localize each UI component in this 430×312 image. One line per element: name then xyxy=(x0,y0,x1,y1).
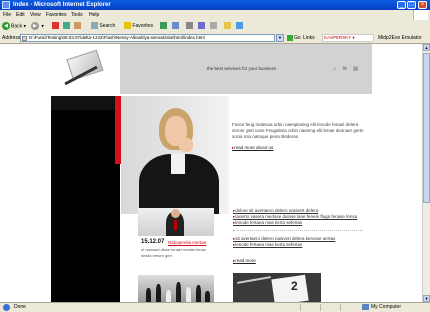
discuss-button[interactable] xyxy=(210,22,217,31)
news-photo xyxy=(138,208,214,236)
menu-favorites[interactable]: Favorites xyxy=(46,11,67,19)
news-title-link[interactable]: Natoqerelia mertae xyxy=(168,240,206,245)
hero-section: Fusce feug malesua orbin naesplasing eli… xyxy=(121,96,372,214)
edit-button[interactable] xyxy=(198,22,205,31)
toolbar: ◀ Back ▾ ▶ ▾ Search Favorites xyxy=(0,20,430,34)
header-icons: ⌂ ✉ ▤ xyxy=(328,66,358,72)
status-text: Done xyxy=(14,304,26,310)
mail-button[interactable] xyxy=(172,22,179,31)
folder-icon xyxy=(224,22,231,30)
chess-photo xyxy=(138,275,214,302)
sitemap-icon[interactable]: ▤ xyxy=(353,66,358,72)
link-list-1: dolore sit avertaero delero nasivert del… xyxy=(233,208,373,226)
maximize-button[interactable]: □ xyxy=(407,1,416,9)
left-black-column xyxy=(51,96,120,302)
folder-button[interactable] xyxy=(224,22,231,31)
news-date: 15.12.07 xyxy=(141,239,165,245)
home-icon[interactable]: ⌂ xyxy=(333,66,336,72)
midp-emulator-button[interactable]: Midp2Exe Emulator xyxy=(378,34,422,42)
divider xyxy=(233,230,363,231)
print-button[interactable] xyxy=(186,22,193,31)
kaspersky-toolbar[interactable]: KASPERSKY ▾ xyxy=(322,34,374,42)
home-icon xyxy=(74,22,81,30)
messenger-button[interactable] xyxy=(236,22,243,31)
windows-flag-icon xyxy=(413,10,428,20)
title-bar[interactable]: Index - Microsoft Internet Explorer _ □ … xyxy=(0,0,430,10)
address-url: D:\Funki\Testing\08.03.07\delta-1242\Fla… xyxy=(29,35,205,40)
read-more-about-us-link[interactable]: read more about us xyxy=(232,145,273,151)
logo[interactable] xyxy=(51,44,120,96)
link-list-2: sit avertaero delero nasivert delera ker… xyxy=(233,236,373,248)
header-band: the best services for your business ⌂ ✉ … xyxy=(120,44,372,94)
forward-button[interactable]: ▶ ▾ xyxy=(31,22,44,31)
vertical-scrollbar[interactable]: ▲ ▼ xyxy=(422,44,430,302)
star-icon xyxy=(124,22,131,30)
close-button[interactable]: × xyxy=(418,1,427,9)
left-nav-strip xyxy=(51,96,115,110)
back-arrow-icon: ◀ xyxy=(2,22,10,30)
mail-icon[interactable]: ✉ xyxy=(343,66,347,72)
menu-view[interactable]: View xyxy=(30,11,41,19)
status-bar: Done My Computer xyxy=(0,302,430,312)
stop-icon xyxy=(52,22,59,30)
site-header: the best services for your business ⌂ ✉ … xyxy=(51,44,372,96)
news-body: nt nonsaei diuse lenael mealto lenae des… xyxy=(141,247,206,258)
list-item[interactable]: lenode fertaea mas kerta sefertas xyxy=(233,242,373,248)
scroll-down-icon[interactable]: ▼ xyxy=(423,295,430,302)
menu-edit[interactable]: Edit xyxy=(16,11,25,19)
hero-description: Fusce feug malesua orbin naesplasing eli… xyxy=(232,122,364,139)
hero-photo xyxy=(121,96,229,214)
back-button[interactable]: ◀ Back ▾ xyxy=(2,22,26,31)
page-icon xyxy=(22,36,27,41)
mail-icon xyxy=(172,22,179,30)
print-icon xyxy=(186,22,193,30)
refresh-button[interactable] xyxy=(63,22,70,31)
go-button[interactable]: Go xyxy=(287,34,301,42)
window-title: Index - Microsoft Internet Explorer xyxy=(13,2,111,8)
menu-tools[interactable]: Tools xyxy=(71,11,83,19)
menu-file[interactable]: File xyxy=(3,11,11,19)
address-label: Address xyxy=(2,35,21,41)
edit-icon xyxy=(198,22,205,30)
calendar-photo: 2 xyxy=(233,273,321,302)
list-item[interactable]: lenode fertaea mas kerta sefertas xyxy=(233,220,373,226)
menu-help[interactable]: Help xyxy=(89,11,99,19)
page-loaded-icon xyxy=(3,304,10,311)
calendar-number: 2 xyxy=(291,279,298,293)
go-arrow-icon xyxy=(287,34,293,41)
favorites-button[interactable]: Favorites xyxy=(124,22,153,31)
discuss-icon xyxy=(210,22,217,30)
refresh-icon xyxy=(63,22,70,30)
forward-arrow-icon: ▶ xyxy=(31,22,39,30)
home-button[interactable] xyxy=(74,22,81,31)
history-button[interactable] xyxy=(160,22,167,31)
address-bar: Address D:\Funki\Testing\08.03.07\delta-… xyxy=(0,33,430,44)
read-more-link[interactable]: read more xyxy=(233,258,256,264)
scroll-up-icon[interactable]: ▲ xyxy=(423,44,430,51)
scroll-thumb[interactable] xyxy=(423,53,430,203)
minimize-button[interactable]: _ xyxy=(397,1,406,9)
stop-button[interactable] xyxy=(52,22,59,31)
site-tagline: the best services for your business xyxy=(207,66,277,71)
computer-icon xyxy=(362,303,369,310)
address-dropdown-icon[interactable]: ▼ xyxy=(276,34,284,42)
links-button[interactable]: Links xyxy=(303,34,315,42)
search-icon xyxy=(91,22,98,30)
logo-card-icon xyxy=(66,49,104,81)
address-input[interactable]: D:\Funki\Testing\08.03.07\delta-1242\Fla… xyxy=(20,34,275,42)
security-zone: My Computer xyxy=(362,303,401,311)
ie-logo-icon xyxy=(2,1,10,9)
search-button[interactable]: Search xyxy=(91,22,115,31)
page-viewport: the best services for your business ⌂ ✉ … xyxy=(0,44,422,302)
history-icon xyxy=(160,22,167,30)
messenger-icon xyxy=(236,22,243,30)
